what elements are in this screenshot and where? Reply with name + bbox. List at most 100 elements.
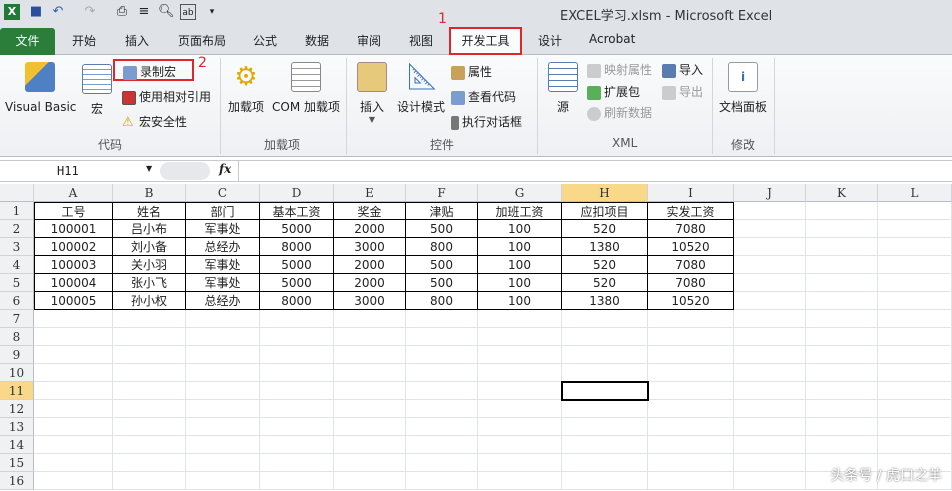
- cell-E7[interactable]: [334, 310, 406, 328]
- cell-K5[interactable]: [806, 274, 878, 292]
- cell-E8[interactable]: [334, 328, 406, 346]
- column-header-G[interactable]: G: [478, 184, 562, 202]
- row-header-3[interactable]: 3: [0, 238, 34, 256]
- cell-E5[interactable]: 2000: [334, 274, 406, 292]
- cell-A9[interactable]: [34, 346, 113, 364]
- cell-F7[interactable]: [406, 310, 478, 328]
- addins-button[interactable]: ⚙ 加载项: [226, 60, 266, 115]
- column-header-K[interactable]: K: [806, 184, 878, 202]
- cell-I13[interactable]: [648, 418, 734, 436]
- cell-C4[interactable]: 军事处: [186, 256, 260, 274]
- cell-G5[interactable]: 100: [478, 274, 562, 292]
- cell-L9[interactable]: [878, 346, 952, 364]
- cell-J6[interactable]: [734, 292, 806, 310]
- cell-E15[interactable]: [334, 454, 406, 472]
- cell-A14[interactable]: [34, 436, 113, 454]
- export-button[interactable]: 导出: [662, 83, 703, 100]
- cell-D12[interactable]: [260, 400, 334, 418]
- column-header-H[interactable]: H: [562, 184, 648, 202]
- cell-C12[interactable]: [186, 400, 260, 418]
- row-header-10[interactable]: 10: [0, 364, 34, 382]
- cell-B11[interactable]: [113, 382, 186, 400]
- cell-G11[interactable]: [478, 382, 562, 400]
- cell-E16[interactable]: [334, 472, 406, 490]
- cell-H3[interactable]: 1380: [562, 238, 648, 256]
- cell-A8[interactable]: [34, 328, 113, 346]
- cell-B14[interactable]: [113, 436, 186, 454]
- cell-I9[interactable]: [648, 346, 734, 364]
- cell-E6[interactable]: 3000: [334, 292, 406, 310]
- cell-J2[interactable]: [734, 220, 806, 238]
- cell-C14[interactable]: [186, 436, 260, 454]
- cell-J9[interactable]: [734, 346, 806, 364]
- cell-E11[interactable]: [334, 382, 406, 400]
- cell-D16[interactable]: [260, 472, 334, 490]
- cell-F10[interactable]: [406, 364, 478, 382]
- cell-B7[interactable]: [113, 310, 186, 328]
- customize-icon[interactable]: ▾: [204, 4, 220, 20]
- cell-B4[interactable]: 关小羽: [113, 256, 186, 274]
- name-box[interactable]: H11: [2, 162, 157, 180]
- cell-B8[interactable]: [113, 328, 186, 346]
- cell-I4[interactable]: 7080: [648, 256, 734, 274]
- tab-page-layout[interactable]: 页面布局: [178, 32, 226, 49]
- excel-logo-icon[interactable]: X: [4, 4, 20, 20]
- cell-K9[interactable]: [806, 346, 878, 364]
- tab-acrobat[interactable]: Acrobat: [589, 32, 635, 46]
- spreadsheet-grid[interactable]: A B C D E F G H I J K L 1 工号 姓名 部门 基本工资 奖金 津贴 加班工资 应扣项目 实发工资 2…: [0, 184, 952, 491]
- row-header-12[interactable]: 12: [0, 400, 34, 418]
- row-header-4[interactable]: 4: [0, 256, 34, 274]
- cell-K14[interactable]: [806, 436, 878, 454]
- cell-A4[interactable]: 100003: [34, 256, 113, 274]
- cell-K11[interactable]: [806, 382, 878, 400]
- cell-J7[interactable]: [734, 310, 806, 328]
- cell-J12[interactable]: [734, 400, 806, 418]
- cell-G2[interactable]: 100: [478, 220, 562, 238]
- cell-B12[interactable]: [113, 400, 186, 418]
- cell-F15[interactable]: [406, 454, 478, 472]
- column-header-E[interactable]: E: [334, 184, 406, 202]
- row-header-6[interactable]: 6: [0, 292, 34, 310]
- cell-G16[interactable]: [478, 472, 562, 490]
- cell-B13[interactable]: [113, 418, 186, 436]
- column-header-F[interactable]: F: [406, 184, 478, 202]
- cell-K13[interactable]: [806, 418, 878, 436]
- insert-control-button[interactable]: 插入 ▼: [354, 60, 390, 124]
- cell-K12[interactable]: [806, 400, 878, 418]
- name-box-dropdown-icon[interactable]: ▼: [146, 164, 152, 173]
- cell-I5[interactable]: 7080: [648, 274, 734, 292]
- cell-F11[interactable]: [406, 382, 478, 400]
- cell-B6[interactable]: 孙小权: [113, 292, 186, 310]
- cell-G12[interactable]: [478, 400, 562, 418]
- cell-J1[interactable]: [734, 202, 806, 220]
- cell-E14[interactable]: [334, 436, 406, 454]
- cell-E3[interactable]: 3000: [334, 238, 406, 256]
- cell-F13[interactable]: [406, 418, 478, 436]
- cell-E4[interactable]: 2000: [334, 256, 406, 274]
- cell-B2[interactable]: 吕小布: [113, 220, 186, 238]
- cell-L1[interactable]: [878, 202, 952, 220]
- cell-B1[interactable]: 姓名: [113, 202, 186, 220]
- zoom-doc-icon[interactable]: 🔍︎: [158, 4, 175, 20]
- select-all-corner[interactable]: [0, 184, 34, 202]
- cell-C8[interactable]: [186, 328, 260, 346]
- column-header-B[interactable]: B: [113, 184, 186, 202]
- cell-B9[interactable]: [113, 346, 186, 364]
- cell-G10[interactable]: [478, 364, 562, 382]
- cell-D1[interactable]: 基本工资: [260, 202, 334, 220]
- tab-review[interactable]: 审阅: [357, 32, 381, 49]
- cell-K6[interactable]: [806, 292, 878, 310]
- cell-J16[interactable]: [734, 472, 806, 490]
- map-properties-button[interactable]: 映射属性: [587, 61, 652, 78]
- tab-file[interactable]: 文件: [0, 28, 55, 55]
- cell-A6[interactable]: 100005: [34, 292, 113, 310]
- cell-K1[interactable]: [806, 202, 878, 220]
- cell-D8[interactable]: [260, 328, 334, 346]
- column-header-D[interactable]: D: [260, 184, 334, 202]
- cell-J11[interactable]: [734, 382, 806, 400]
- cell-K2[interactable]: [806, 220, 878, 238]
- cell-H6[interactable]: 1380: [562, 292, 648, 310]
- cell-H15[interactable]: [562, 454, 648, 472]
- cell-C9[interactable]: [186, 346, 260, 364]
- cell-F8[interactable]: [406, 328, 478, 346]
